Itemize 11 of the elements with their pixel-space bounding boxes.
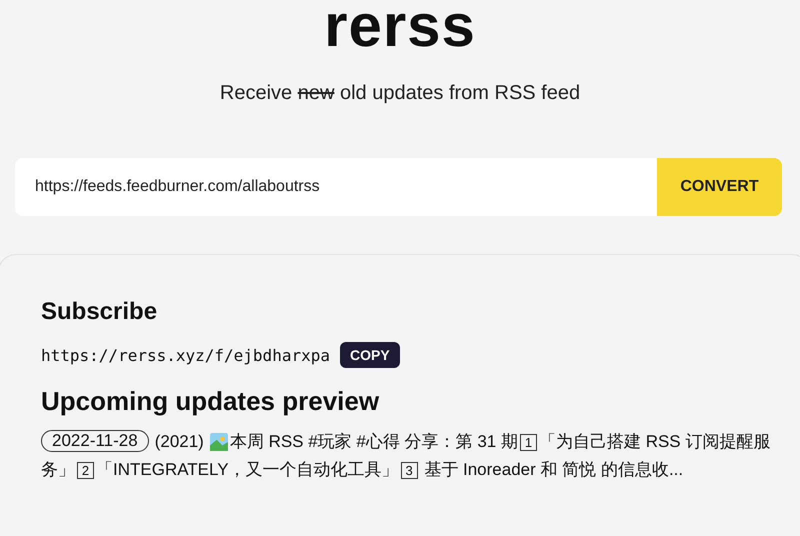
date-badge: 2022-11-28 xyxy=(41,430,149,452)
subscribe-url: https://rerss.xyz/f/ejbdharxpa xyxy=(41,346,330,364)
section-heading: Subscribe xyxy=(41,297,158,327)
section-heading: Upcoming updates preview xyxy=(41,386,380,416)
tagline: Receive new old updates from RSS feed xyxy=(218,81,582,106)
copy-button[interactable]: COPY xyxy=(340,342,400,368)
url-input-field[interactable]: https://feeds.feedburner.com/allaboutrss xyxy=(15,158,657,216)
convert-button[interactable]: CONVERT xyxy=(657,158,782,216)
year-text: (2021) xyxy=(154,431,204,453)
site-title: rerss xyxy=(323,0,477,61)
landscape-icon xyxy=(210,433,228,451)
